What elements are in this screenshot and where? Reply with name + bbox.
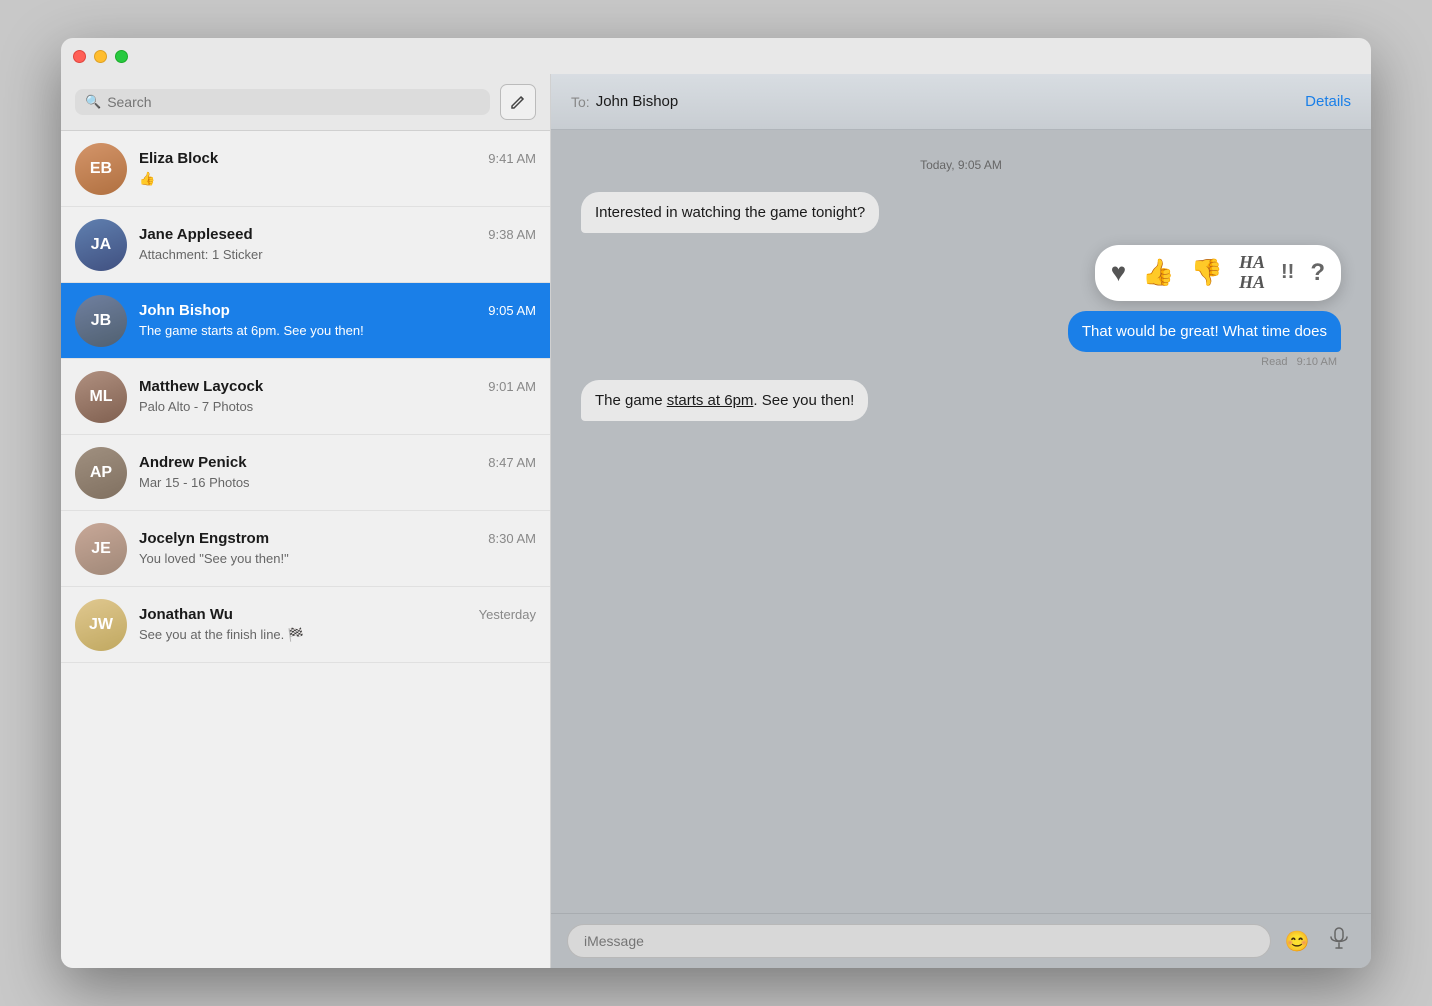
- compose-button[interactable]: [500, 84, 536, 120]
- contact-header-row: Jonathan Wu Yesterday: [139, 606, 536, 623]
- imessage-input[interactable]: [567, 924, 1271, 958]
- tapback-thumbsup[interactable]: 👍: [1142, 257, 1174, 288]
- sent-bubble-2: That would be great! What time does: [1068, 311, 1341, 352]
- maximize-button[interactable]: [115, 50, 128, 63]
- contact-time-john-bishop: 9:05 AM: [488, 303, 536, 318]
- contact-time-andrew-penick: 8:47 AM: [488, 455, 536, 470]
- message-row: Interested in watching the game tonight?: [581, 192, 1341, 233]
- contact-info-matthew-laycock: Matthew Laycock 9:01 AM Palo Alto - 7 Ph…: [139, 378, 536, 416]
- contact-info-jocelyn-engstrom: Jocelyn Engstrom 8:30 AM You loved "See …: [139, 530, 536, 568]
- contact-header-row: Jocelyn Engstrom 8:30 AM: [139, 530, 536, 547]
- compose-icon: [510, 94, 526, 110]
- search-icon: 🔍: [85, 94, 101, 110]
- minimize-button[interactable]: [94, 50, 107, 63]
- search-bar[interactable]: 🔍: [75, 89, 490, 115]
- tapback-heart[interactable]: ♥: [1111, 257, 1126, 288]
- date-divider: Today, 9:05 AM: [581, 158, 1341, 172]
- avatar-jonathan-wu: JW: [75, 599, 127, 651]
- chat-recipient-name: John Bishop: [596, 93, 1305, 110]
- avatar-initials: EB: [90, 160, 112, 178]
- contact-preview-jane-appleseed: Attachment: 1 Sticker: [139, 247, 263, 262]
- avatar-initials: AP: [90, 464, 112, 482]
- contact-info-jonathan-wu: Jonathan Wu Yesterday See you at the fin…: [139, 606, 536, 644]
- contact-preview-matthew-laycock: Palo Alto - 7 Photos: [139, 399, 253, 414]
- contact-time-jonathan-wu: Yesterday: [479, 607, 536, 622]
- contact-preview-jonathan-wu: See you at the finish line. 🏁: [139, 627, 304, 642]
- contact-info-andrew-penick: Andrew Penick 8:47 AM Mar 15 - 16 Photos: [139, 454, 536, 492]
- to-label: To:: [571, 94, 590, 110]
- contact-name-andrew-penick: Andrew Penick: [139, 454, 247, 471]
- contact-time-eliza-block: 9:41 AM: [488, 151, 536, 166]
- sidebar: 🔍 EB Eliza Block 9:41 AM: [61, 74, 551, 968]
- sidebar-header: 🔍: [61, 74, 550, 131]
- contact-name-jane-appleseed: Jane Appleseed: [139, 226, 253, 243]
- contact-time-jocelyn-engstrom: 8:30 AM: [488, 531, 536, 546]
- contact-header-row: Eliza Block 9:41 AM: [139, 150, 536, 167]
- avatar-matthew-laycock: ML: [75, 371, 127, 423]
- avatar-jocelyn-engstrom: JE: [75, 523, 127, 575]
- avatar-andrew-penick: AP: [75, 447, 127, 499]
- emoji-button[interactable]: 😊: [1281, 925, 1313, 957]
- sent-message-group: ♥ 👍 👎 HAHA !! ? That would be great! Wha…: [581, 245, 1341, 368]
- message-row-3: The game starts at 6pm. See you then!: [581, 380, 1341, 421]
- avatar-eliza-block: EB: [75, 143, 127, 195]
- tapback-question[interactable]: ?: [1310, 259, 1325, 287]
- contact-header-row: Andrew Penick 8:47 AM: [139, 454, 536, 471]
- contact-name-jocelyn-engstrom: Jocelyn Engstrom: [139, 530, 269, 547]
- tapback-thumbsdown[interactable]: 👎: [1191, 257, 1223, 288]
- chat-area: To: John Bishop Details Today, 9:05 AM I…: [551, 74, 1371, 968]
- contact-item-eliza-block[interactable]: EB Eliza Block 9:41 AM 👍: [61, 131, 550, 207]
- contact-name-eliza-block: Eliza Block: [139, 150, 218, 167]
- contact-name-matthew-laycock: Matthew Laycock: [139, 378, 263, 395]
- contact-header-row: John Bishop 9:05 AM: [139, 302, 536, 319]
- contact-item-jane-appleseed[interactable]: JA Jane Appleseed 9:38 AM Attachment: 1 …: [61, 207, 550, 283]
- contact-preview-jocelyn-engstrom: You loved "See you then!": [139, 551, 289, 566]
- received-bubble-3: The game starts at 6pm. See you then!: [581, 380, 868, 421]
- avatar-jane-appleseed: JA: [75, 219, 127, 271]
- contact-item-jocelyn-engstrom[interactable]: JE Jocelyn Engstrom 8:30 AM You loved "S…: [61, 511, 550, 587]
- avatar-john-bishop: JB: [75, 295, 127, 347]
- tapback-haha[interactable]: HAHA: [1239, 253, 1265, 293]
- contact-info-jane-appleseed: Jane Appleseed 9:38 AM Attachment: 1 Sti…: [139, 226, 536, 264]
- contact-time-jane-appleseed: 9:38 AM: [488, 227, 536, 242]
- contact-item-andrew-penick[interactable]: AP Andrew Penick 8:47 AM Mar 15 - 16 Pho…: [61, 435, 550, 511]
- tapback-container: ♥ 👍 👎 HAHA !! ?: [1095, 245, 1341, 301]
- close-button[interactable]: [73, 50, 86, 63]
- contact-item-john-bishop[interactable]: JB John Bishop 9:05 AM The game starts a…: [61, 283, 550, 359]
- contact-item-jonathan-wu[interactable]: JW Jonathan Wu Yesterday See you at the …: [61, 587, 550, 663]
- received-bubble-1: Interested in watching the game tonight?: [581, 192, 879, 233]
- contact-preview-john-bishop: The game starts at 6pm. See you then!: [139, 323, 364, 338]
- contact-name-john-bishop: John Bishop: [139, 302, 230, 319]
- contact-name-jonathan-wu: Jonathan Wu: [139, 606, 233, 623]
- contact-preview-andrew-penick: Mar 15 - 16 Photos: [139, 475, 250, 490]
- contact-preview-eliza-block: 👍: [139, 171, 155, 186]
- avatar-initials: JE: [91, 540, 111, 558]
- avatar-initials: JA: [91, 236, 111, 254]
- read-receipt: Read 9:10 AM: [1261, 356, 1341, 368]
- mic-icon: [1330, 927, 1348, 955]
- chat-header: To: John Bishop Details: [551, 74, 1371, 130]
- tapback-exclamation[interactable]: !!: [1281, 261, 1294, 284]
- contact-list: EB Eliza Block 9:41 AM 👍 JA Jane Applese…: [61, 131, 550, 968]
- avatar-initials: ML: [89, 388, 112, 406]
- chat-messages: Today, 9:05 AM Interested in watching th…: [551, 130, 1371, 913]
- underlined-text: starts at 6pm: [667, 392, 754, 409]
- mic-button[interactable]: [1323, 925, 1355, 957]
- contact-info-john-bishop: John Bishop 9:05 AM The game starts at 6…: [139, 302, 536, 340]
- contact-header-row: Matthew Laycock 9:01 AM: [139, 378, 536, 395]
- search-input[interactable]: [107, 94, 480, 110]
- main-content: 🔍 EB Eliza Block 9:41 AM: [61, 74, 1371, 968]
- chat-input-area: 😊: [551, 913, 1371, 968]
- contact-info-eliza-block: Eliza Block 9:41 AM 👍: [139, 150, 536, 188]
- contact-item-matthew-laycock[interactable]: ML Matthew Laycock 9:01 AM Palo Alto - 7…: [61, 359, 550, 435]
- contact-header-row: Jane Appleseed 9:38 AM: [139, 226, 536, 243]
- app-window: 🔍 EB Eliza Block 9:41 AM: [61, 38, 1371, 968]
- avatar-initials: JB: [91, 312, 111, 330]
- contact-time-matthew-laycock: 9:01 AM: [488, 379, 536, 394]
- emoji-icon: 😊: [1285, 929, 1310, 954]
- title-bar: [61, 38, 1371, 74]
- tapback-popup-row: ♥ 👍 👎 HAHA !! ?: [1095, 245, 1341, 305]
- avatar-initials: JW: [89, 616, 113, 634]
- details-button[interactable]: Details: [1305, 93, 1351, 110]
